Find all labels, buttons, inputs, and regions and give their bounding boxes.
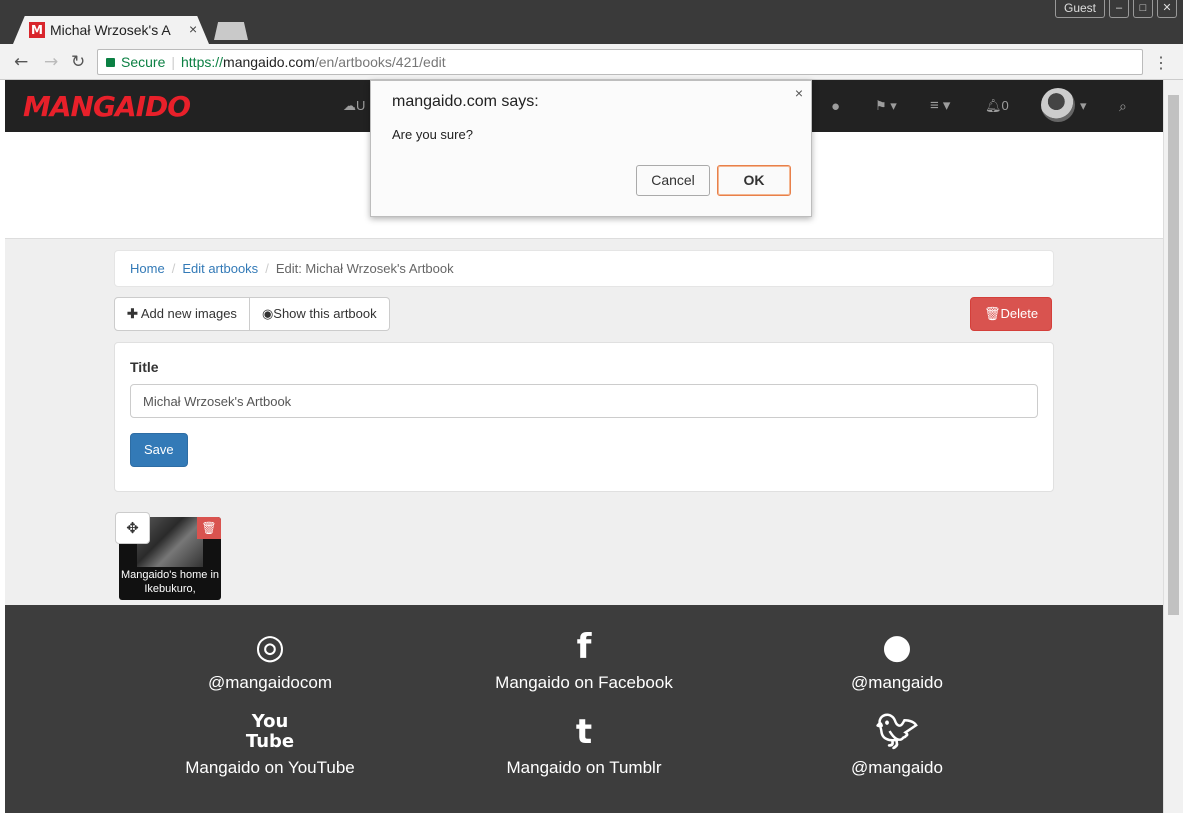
dialog-close-icon[interactable]: × [795,85,803,101]
artbook-actions: ✚ Add new images ◉Show this artbook [114,297,390,331]
title-label: Title [130,359,159,375]
secure-label: Secure [121,54,166,70]
window-controls: Guest – □ ✕ [1054,0,1177,18]
delete-button[interactable]: 🗑︎Delete [970,297,1053,331]
save-button[interactable]: Save [130,433,188,467]
image-caption: Mangaido's home in Ikebukuro, [120,569,220,595]
reload-icon[interactable]: ↻ [71,52,85,72]
tab-title: Michał Wrzosek's A [50,22,171,38]
forward-icon[interactable]: → [44,52,58,72]
site-footer: ◎ @mangaidocom f Mangaido on Facebook ● … [5,605,1163,813]
notifications-count: 0 [1001,98,1009,113]
plus-icon: ✚ [127,306,138,321]
url-scheme: https:// [181,54,224,70]
title-input[interactable] [130,384,1038,418]
browser-toolbar: ← → ↻ Secure | https://mangaido.com/en/art… [0,44,1183,80]
cloud-upload-icon: ☁ [343,98,356,113]
footer-tumblr-link[interactable]: t Mangaido on Tumblr [434,712,734,778]
show-artbook-button[interactable]: ◉Show this artbook [249,297,390,331]
delete-image-trash-icon[interactable]: 🗑︎ [197,517,221,539]
cancel-button[interactable]: Cancel [636,165,710,196]
snapchat-icon: ● [882,627,912,667]
menu-dropdown-icon[interactable]: ≡ ▾ [930,96,950,114]
site-logo[interactable]: MANGAIDO [23,90,191,123]
browser-menu-icon[interactable]: ⋮ [1153,53,1169,73]
footer-twitter-link[interactable]: 🐦︎ @mangaido [747,712,1047,778]
facebook-icon: f [576,627,592,667]
youtube-icon: You Tube [245,711,295,752]
browser-tab[interactable]: M Michał Wrzosek's A × [13,16,209,44]
address-bar[interactable]: Secure | https://mangaido.com/en/artbooks/… [97,49,1143,75]
maximize-icon[interactable]: □ [1133,0,1153,18]
breadcrumb: Home / Edit artbooks / Edit: Michał Wrzosek'… [114,250,1054,287]
minimize-icon[interactable]: – [1109,0,1129,18]
browser-chrome: M Michał Wrzosek's A × Guest – □ ✕ ← → ↻… [0,0,1183,80]
footer-instagram-link[interactable]: ◎ @mangaidocom [120,627,420,693]
edit-form-panel: Title Save [114,342,1054,492]
footer-youtube-link[interactable]: You Tube Mangaido on YouTube [120,712,420,778]
upload-nav-item[interactable]: ☁U [343,98,365,114]
confirm-dialog: mangaido.com says: × Are you sure? Cance… [370,80,812,217]
back-icon[interactable]: ← [14,52,28,72]
lock-icon [106,58,115,67]
apple-nav-icon[interactable]: ● [831,98,840,115]
breadcrumb-current: Edit: Michał Wrzosek's Artbook [275,261,454,276]
url-domain: mangaido.com [223,54,315,70]
twitter-icon: 🐦︎ [875,712,919,752]
guest-profile-button[interactable]: Guest [1054,0,1105,18]
instagram-icon: ◎ [255,627,285,667]
tumblr-icon: t [575,712,593,752]
drag-move-handle-icon[interactable]: ✥ [115,512,150,544]
new-tab-button[interactable] [214,22,248,40]
bell-icon: 🔔︎ [985,98,1002,113]
notifications-nav-item[interactable]: 🔔︎0 [985,98,1009,114]
trash-icon: 🗑︎ [984,306,1001,321]
search-icon[interactable]: ⌕ [1119,98,1127,115]
add-images-button[interactable]: ✚ Add new images [114,297,250,331]
avatar-chevron-down-icon[interactable]: ▾ [1080,98,1087,114]
url-path: /en/artbooks/421/edit [314,54,446,70]
close-window-icon[interactable]: ✕ [1157,0,1177,18]
breadcrumb-edit-artbooks[interactable]: Edit artbooks [182,261,258,276]
tab-bar: M Michał Wrzosek's A × Guest – □ ✕ [0,0,1183,44]
dialog-message: Are you sure? [392,127,473,142]
breadcrumb-home[interactable]: Home [130,261,165,276]
flag-dropdown-icon[interactable]: ⚑ ▾ [875,98,897,114]
ok-button[interactable]: OK [717,165,791,196]
mangaido-favicon-icon: M [29,22,45,38]
footer-facebook-link[interactable]: f Mangaido on Facebook [434,627,734,693]
eye-icon: ◉ [261,306,274,321]
dialog-title: mangaido.com says: [392,93,539,110]
footer-snapchat-link[interactable]: ● @mangaido [747,627,1047,693]
user-avatar[interactable] [1041,88,1075,122]
page-scrollbar[interactable] [1163,80,1183,813]
scrollbar-thumb[interactable] [1168,95,1179,615]
tab-close-icon[interactable]: × [189,21,197,37]
